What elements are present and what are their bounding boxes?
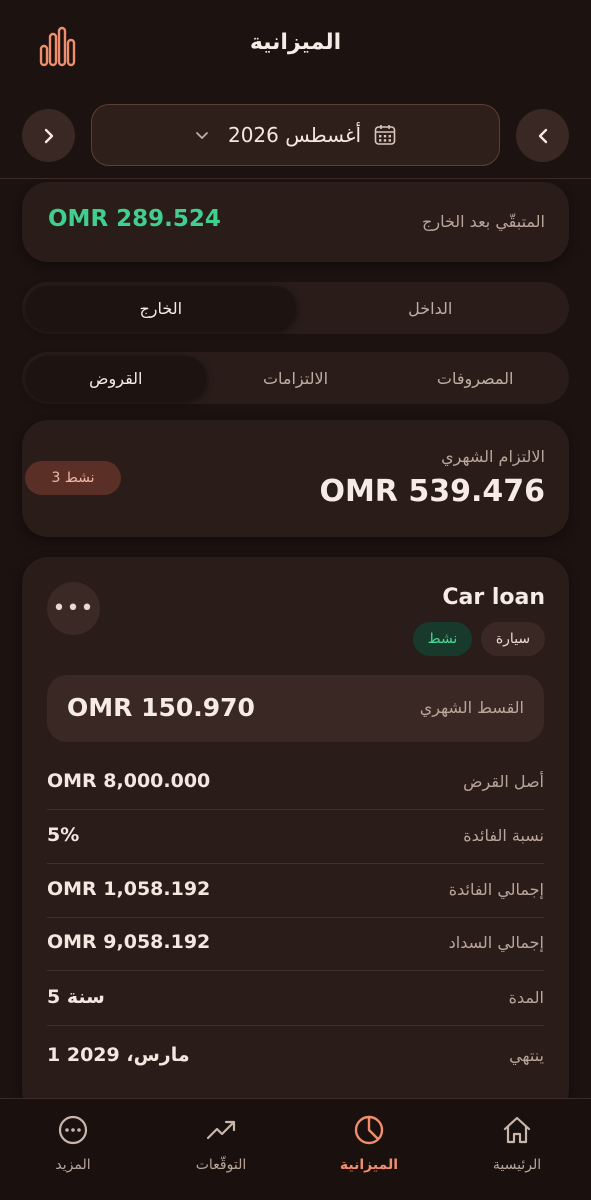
- nav-more-label: المزيد: [55, 1157, 91, 1173]
- detail-label: إجمالي الفائدة: [448, 880, 544, 899]
- page-title: الميزانية: [249, 30, 342, 55]
- flow-tabs: الداخل الخارج: [22, 282, 569, 334]
- installment-label: القسط الشهري: [419, 698, 524, 717]
- nav-forecasts[interactable]: التوقّعات: [166, 1113, 276, 1173]
- detail-row: إجمالي السداد OMR 9,058.192: [47, 917, 544, 971]
- detail-value: OMR 8,000.000: [47, 770, 211, 792]
- tab-loans[interactable]: القروض: [25, 356, 206, 400]
- detail-row: أصل القرض OMR 8,000.000: [47, 756, 544, 810]
- home-icon: [462, 1113, 572, 1147]
- ellipsis-icon: •••: [52, 596, 95, 621]
- chevron-right-icon: [44, 128, 53, 143]
- loan-name: Car loan: [442, 585, 545, 610]
- tab-outgoing[interactable]: الخارج: [26, 286, 296, 330]
- previous-month-button[interactable]: [516, 109, 569, 162]
- month-navigator: أغسطس 2026: [0, 104, 591, 168]
- detail-value: 5 سنة: [47, 986, 105, 1008]
- status-badge: نشط: [413, 622, 472, 656]
- nav-forecasts-label: التوقّعات: [195, 1157, 247, 1173]
- month-label: أغسطس 2026: [227, 123, 362, 147]
- divider: [0, 178, 591, 179]
- detail-value: 5%: [47, 824, 80, 846]
- more-options-button[interactable]: •••: [47, 582, 100, 635]
- nav-budget[interactable]: الميزانية: [314, 1113, 424, 1173]
- category-tabs: المصروفات الالتزامات القروض: [22, 352, 569, 404]
- tab-commitments[interactable]: الالتزامات: [206, 356, 386, 400]
- detail-row: نسبة الفائدة 5%: [47, 810, 544, 864]
- header: الميزانية: [0, 0, 591, 95]
- detail-row: ينتهي 1 مارس، 2029: [47, 1030, 544, 1084]
- chevron-down-icon: [196, 132, 208, 139]
- remaining-label: المتبقّي بعد الخارج: [422, 212, 545, 231]
- next-month-button[interactable]: [22, 109, 75, 162]
- detail-label: ينتهي: [509, 1046, 544, 1065]
- month-selector[interactable]: أغسطس 2026: [91, 104, 500, 166]
- budget-screen: الميزانية أغسطس 2026 المتبقّي بعد الخارج…: [0, 0, 591, 1200]
- tab-expenses[interactable]: المصروفات: [385, 356, 565, 400]
- tab-incoming[interactable]: الداخل: [296, 286, 566, 330]
- pie-chart-icon: [314, 1113, 424, 1147]
- detail-row: المدة 5 سنة: [47, 972, 544, 1026]
- active-count-badge: 3 نشط: [25, 461, 121, 495]
- monthly-commitment-label: الالتزام الشهري: [441, 447, 545, 466]
- nav-home-label: الرئيسية: [492, 1157, 542, 1173]
- detail-value: OMR 1,058.192: [47, 878, 211, 900]
- bottom-navigation: الرئيسية الميزانية التوقّعات المزيد: [0, 1098, 591, 1200]
- remaining-card: المتبقّي بعد الخارج OMR 289.524: [22, 182, 569, 262]
- detail-label: أصل القرض: [463, 772, 544, 791]
- detail-row: إجمالي الفائدة OMR 1,058.192: [47, 864, 544, 918]
- nav-home[interactable]: الرئيسية: [462, 1113, 572, 1173]
- detail-value: OMR 9,058.192: [47, 931, 211, 953]
- detail-label: إجمالي السداد: [448, 933, 544, 952]
- trending-up-icon: [166, 1113, 276, 1147]
- detail-value: 1 مارس، 2029: [47, 1044, 190, 1066]
- nav-budget-label: الميزانية: [339, 1157, 399, 1173]
- installment-value: OMR 150.970: [67, 693, 255, 722]
- detail-label: المدة: [508, 988, 544, 1007]
- calendar-icon: [374, 125, 396, 145]
- chevron-left-icon: [538, 128, 547, 143]
- monthly-commitment-value: OMR 539.476: [319, 474, 545, 509]
- more-circle-icon: [18, 1113, 128, 1147]
- monthly-installment-box: القسط الشهري OMR 150.970: [47, 675, 544, 742]
- remaining-value: OMR 289.524: [48, 206, 221, 232]
- detail-label: نسبة الفائدة: [463, 826, 544, 845]
- nav-more[interactable]: المزيد: [18, 1113, 128, 1173]
- category-tag: سيارة: [481, 622, 545, 656]
